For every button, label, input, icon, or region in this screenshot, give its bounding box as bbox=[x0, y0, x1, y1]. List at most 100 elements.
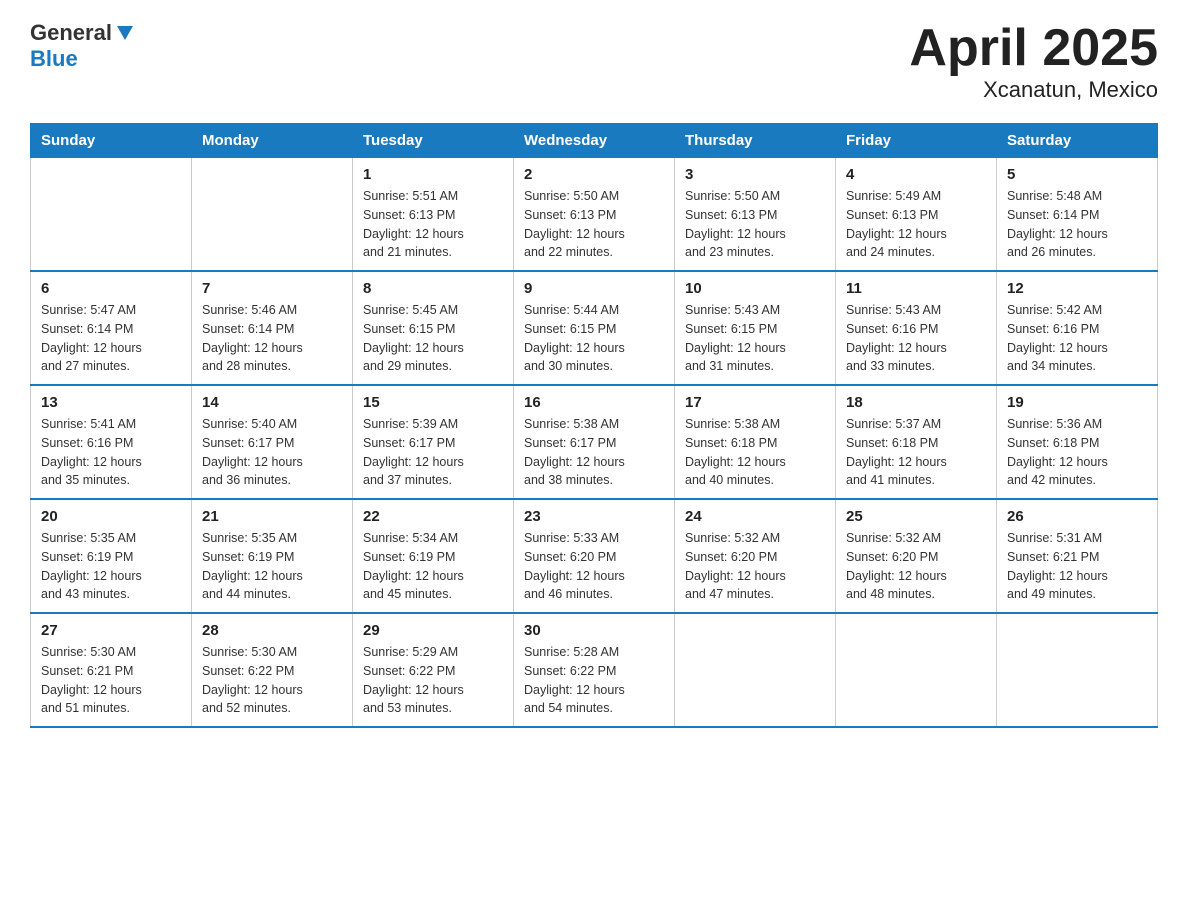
calendar-cell: 16 Sunrise: 5:38 AM Sunset: 6:17 PM Dayli… bbox=[514, 385, 675, 499]
week-row-5: 27 Sunrise: 5:30 AM Sunset: 6:21 PM Dayli… bbox=[31, 613, 1158, 727]
day-number: 25 bbox=[846, 508, 986, 525]
calendar-table: SundayMondayTuesdayWednesdayThursdayFrid… bbox=[30, 123, 1158, 728]
calendar-cell: 28 Sunrise: 5:30 AM Sunset: 6:22 PM Dayli… bbox=[192, 613, 353, 727]
day-info: Sunrise: 5:32 AM Sunset: 6:20 PM Dayligh… bbox=[685, 529, 825, 604]
day-info: Sunrise: 5:42 AM Sunset: 6:16 PM Dayligh… bbox=[1007, 301, 1147, 376]
day-info: Sunrise: 5:39 AM Sunset: 6:17 PM Dayligh… bbox=[363, 415, 503, 490]
calendar-cell: 2Sunrise: 5:50 AM Sunset: 6:13 PM Daylig… bbox=[514, 158, 675, 272]
calendar-cell: 3 Sunrise: 5:50 AM Sunset: 6:13 PM Daylig… bbox=[675, 158, 836, 272]
week-row-3: 13 Sunrise: 5:41 AM Sunset: 6:16 PM Dayli… bbox=[31, 385, 1158, 499]
calendar-cell: 9 Sunrise: 5:44 AM Sunset: 6:15 PM Daylig… bbox=[514, 271, 675, 385]
calendar-cell: 7 Sunrise: 5:46 AM Sunset: 6:14 PM Daylig… bbox=[192, 271, 353, 385]
day-info: Sunrise: 5:51 AM Sunset: 6:13 PM Dayligh… bbox=[363, 187, 503, 262]
calendar-cell: 30Sunrise: 5:28 AM Sunset: 6:22 PM Dayli… bbox=[514, 613, 675, 727]
day-number: 17 bbox=[685, 394, 825, 411]
day-info: Sunrise: 5:33 AM Sunset: 6:20 PM Dayligh… bbox=[524, 529, 664, 604]
day-info: Sunrise: 5:34 AM Sunset: 6:19 PM Dayligh… bbox=[363, 529, 503, 604]
calendar-cell: 29 Sunrise: 5:29 AM Sunset: 6:22 PM Dayli… bbox=[353, 613, 514, 727]
calendar-cell: 17 Sunrise: 5:38 AM Sunset: 6:18 PM Dayli… bbox=[675, 385, 836, 499]
day-info: Sunrise: 5:47 AM Sunset: 6:14 PM Dayligh… bbox=[41, 301, 181, 376]
calendar-cell bbox=[31, 158, 192, 272]
week-row-2: 6Sunrise: 5:47 AM Sunset: 6:14 PM Daylig… bbox=[31, 271, 1158, 385]
calendar-cell bbox=[675, 613, 836, 727]
logo-icon: General Blue bbox=[30, 20, 135, 72]
day-number: 27 bbox=[41, 622, 181, 639]
calendar-body: 1Sunrise: 5:51 AM Sunset: 6:13 PM Daylig… bbox=[31, 158, 1158, 728]
day-number: 14 bbox=[202, 394, 342, 411]
calendar-cell: 12Sunrise: 5:42 AM Sunset: 6:16 PM Dayli… bbox=[997, 271, 1158, 385]
calendar-cell: 26Sunrise: 5:31 AM Sunset: 6:21 PM Dayli… bbox=[997, 499, 1158, 613]
day-number: 28 bbox=[202, 622, 342, 639]
day-info: Sunrise: 5:38 AM Sunset: 6:18 PM Dayligh… bbox=[685, 415, 825, 490]
day-number: 8 bbox=[363, 280, 503, 297]
day-number: 7 bbox=[202, 280, 342, 297]
calendar-cell: 22 Sunrise: 5:34 AM Sunset: 6:19 PM Dayli… bbox=[353, 499, 514, 613]
day-info: Sunrise: 5:32 AM Sunset: 6:20 PM Dayligh… bbox=[846, 529, 986, 604]
calendar-cell: 23 Sunrise: 5:33 AM Sunset: 6:20 PM Dayli… bbox=[514, 499, 675, 613]
day-number: 16 bbox=[524, 394, 664, 411]
calendar-cell: 27 Sunrise: 5:30 AM Sunset: 6:21 PM Dayli… bbox=[31, 613, 192, 727]
calendar-cell: 6Sunrise: 5:47 AM Sunset: 6:14 PM Daylig… bbox=[31, 271, 192, 385]
day-number: 19 bbox=[1007, 394, 1147, 411]
header-wednesday: Wednesday bbox=[514, 124, 675, 158]
calendar-cell: 19 Sunrise: 5:36 AM Sunset: 6:18 PM Dayli… bbox=[997, 385, 1158, 499]
day-info: Sunrise: 5:28 AM Sunset: 6:22 PM Dayligh… bbox=[524, 643, 664, 718]
calendar-cell: 5 Sunrise: 5:48 AM Sunset: 6:14 PM Daylig… bbox=[997, 158, 1158, 272]
day-info: Sunrise: 5:50 AM Sunset: 6:13 PM Dayligh… bbox=[685, 187, 825, 262]
day-info: Sunrise: 5:36 AM Sunset: 6:18 PM Dayligh… bbox=[1007, 415, 1147, 490]
day-info: Sunrise: 5:41 AM Sunset: 6:16 PM Dayligh… bbox=[41, 415, 181, 490]
day-info: Sunrise: 5:45 AM Sunset: 6:15 PM Dayligh… bbox=[363, 301, 503, 376]
day-number: 24 bbox=[685, 508, 825, 525]
logo-triangle-icon bbox=[115, 22, 135, 42]
day-info: Sunrise: 5:30 AM Sunset: 6:22 PM Dayligh… bbox=[202, 643, 342, 718]
calendar-cell: 24 Sunrise: 5:32 AM Sunset: 6:20 PM Dayli… bbox=[675, 499, 836, 613]
header-thursday: Thursday bbox=[675, 124, 836, 158]
day-number: 23 bbox=[524, 508, 664, 525]
calendar-cell: 13 Sunrise: 5:41 AM Sunset: 6:16 PM Dayli… bbox=[31, 385, 192, 499]
day-info: Sunrise: 5:46 AM Sunset: 6:14 PM Dayligh… bbox=[202, 301, 342, 376]
day-number: 18 bbox=[846, 394, 986, 411]
day-info: Sunrise: 5:40 AM Sunset: 6:17 PM Dayligh… bbox=[202, 415, 342, 490]
calendar-cell bbox=[192, 158, 353, 272]
day-info: Sunrise: 5:48 AM Sunset: 6:14 PM Dayligh… bbox=[1007, 187, 1147, 262]
day-info: Sunrise: 5:37 AM Sunset: 6:18 PM Dayligh… bbox=[846, 415, 986, 490]
day-number: 9 bbox=[524, 280, 664, 297]
calendar-cell: 1Sunrise: 5:51 AM Sunset: 6:13 PM Daylig… bbox=[353, 158, 514, 272]
day-info: Sunrise: 5:50 AM Sunset: 6:13 PM Dayligh… bbox=[524, 187, 664, 262]
day-number: 15 bbox=[363, 394, 503, 411]
day-info: Sunrise: 5:30 AM Sunset: 6:21 PM Dayligh… bbox=[41, 643, 181, 718]
header-monday: Monday bbox=[192, 124, 353, 158]
day-number: 29 bbox=[363, 622, 503, 639]
day-info: Sunrise: 5:35 AM Sunset: 6:19 PM Dayligh… bbox=[41, 529, 181, 604]
day-info: Sunrise: 5:31 AM Sunset: 6:21 PM Dayligh… bbox=[1007, 529, 1147, 604]
day-number: 22 bbox=[363, 508, 503, 525]
header-sunday: Sunday bbox=[31, 124, 192, 158]
day-number: 3 bbox=[685, 166, 825, 183]
header-friday: Friday bbox=[836, 124, 997, 158]
day-info: Sunrise: 5:38 AM Sunset: 6:17 PM Dayligh… bbox=[524, 415, 664, 490]
calendar-cell bbox=[836, 613, 997, 727]
logo-blue: Blue bbox=[30, 46, 78, 72]
calendar-cell: 18 Sunrise: 5:37 AM Sunset: 6:18 PM Dayli… bbox=[836, 385, 997, 499]
page-header: General Blue April 2025 Xcanatun, Mexico bbox=[30, 20, 1158, 103]
calendar-cell: 14 Sunrise: 5:40 AM Sunset: 6:17 PM Dayli… bbox=[192, 385, 353, 499]
day-info: Sunrise: 5:35 AM Sunset: 6:19 PM Dayligh… bbox=[202, 529, 342, 604]
calendar-cell: 21Sunrise: 5:35 AM Sunset: 6:19 PM Dayli… bbox=[192, 499, 353, 613]
week-row-4: 20 Sunrise: 5:35 AM Sunset: 6:19 PM Dayli… bbox=[31, 499, 1158, 613]
calendar-cell: 20 Sunrise: 5:35 AM Sunset: 6:19 PM Dayli… bbox=[31, 499, 192, 613]
calendar-cell bbox=[997, 613, 1158, 727]
day-number: 11 bbox=[846, 280, 986, 297]
day-number: 4 bbox=[846, 166, 986, 183]
day-number: 10 bbox=[685, 280, 825, 297]
week-row-1: 1Sunrise: 5:51 AM Sunset: 6:13 PM Daylig… bbox=[31, 158, 1158, 272]
calendar-cell: 10Sunrise: 5:43 AM Sunset: 6:15 PM Dayli… bbox=[675, 271, 836, 385]
day-number: 20 bbox=[41, 508, 181, 525]
calendar-header: SundayMondayTuesdayWednesdayThursdayFrid… bbox=[31, 124, 1158, 158]
day-info: Sunrise: 5:29 AM Sunset: 6:22 PM Dayligh… bbox=[363, 643, 503, 718]
day-number: 5 bbox=[1007, 166, 1147, 183]
day-info: Sunrise: 5:44 AM Sunset: 6:15 PM Dayligh… bbox=[524, 301, 664, 376]
day-number: 13 bbox=[41, 394, 181, 411]
calendar-cell: 8 Sunrise: 5:45 AM Sunset: 6:15 PM Daylig… bbox=[353, 271, 514, 385]
logo: General Blue bbox=[30, 20, 135, 72]
logo-general: General bbox=[30, 20, 112, 46]
